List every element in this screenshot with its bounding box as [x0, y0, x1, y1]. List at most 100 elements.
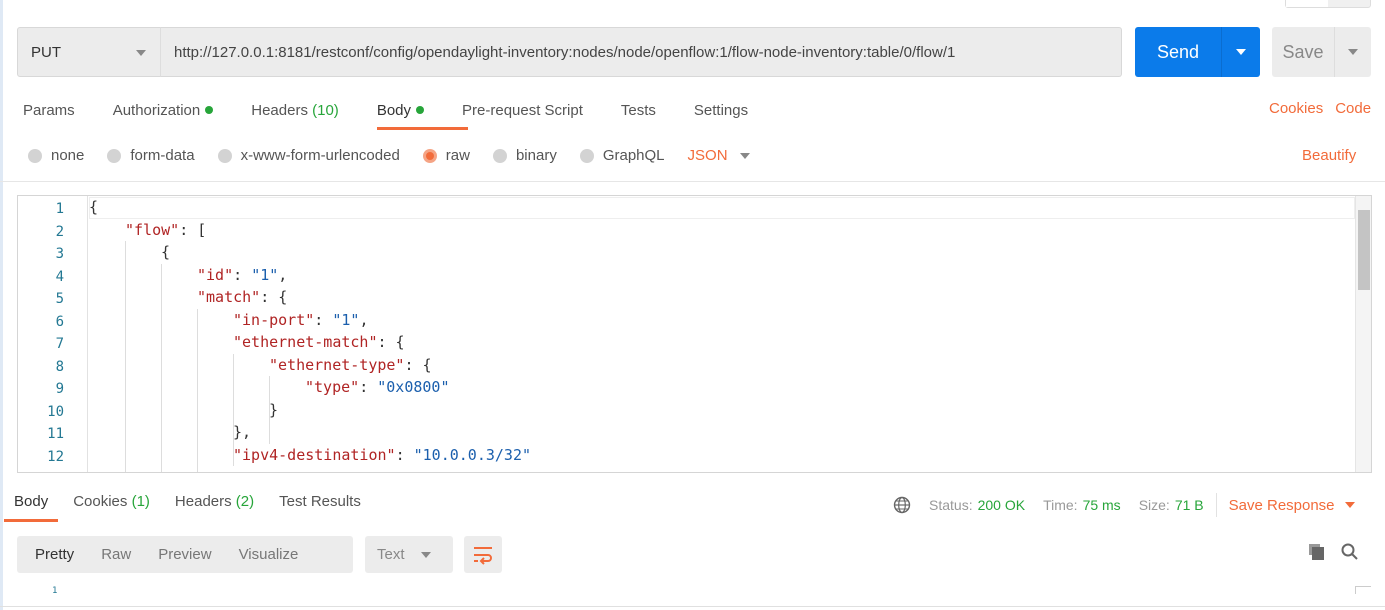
json-punctuation: :	[395, 445, 414, 464]
json-punctuation: : {	[404, 355, 432, 374]
indent-guide	[125, 241, 126, 472]
code-line: {	[161, 241, 170, 263]
request-body-editor[interactable]: 1 2 3 4 5 6 7 8 9 10 11 12 {"flow": [{"id": "1", "ma…	[17, 195, 1372, 473]
tab-pre-request-script[interactable]: Pre-request Script	[462, 102, 583, 119]
tab-label: Cookies	[73, 493, 128, 510]
search-icon[interactable]	[1341, 543, 1359, 561]
wrap-lines-button[interactable]	[464, 536, 502, 573]
view-visualize[interactable]: Visualize	[221, 546, 299, 563]
json-key: "in-port"	[233, 310, 315, 329]
radio-circle-icon	[492, 148, 507, 163]
cookies-link[interactable]: Cookies	[1269, 100, 1323, 117]
tab-tests[interactable]: Tests	[621, 102, 656, 119]
view-preview[interactable]: Preview	[140, 546, 211, 563]
json-punctuation: : [	[179, 220, 207, 239]
tab-authorization[interactable]: Authorization	[113, 102, 214, 119]
url-input[interactable]: http://127.0.0.1:8181/restconf/config/op…	[160, 27, 1122, 77]
body-type-options: none form-data x-www-form-urlencoded raw bin…	[28, 147, 750, 164]
response-tab-headers[interactable]: Headers (2)	[175, 493, 254, 510]
code-link[interactable]: Code	[1335, 100, 1371, 117]
code-line: }	[269, 399, 278, 421]
save-button-group: Save	[1272, 27, 1371, 77]
tab-label: Params	[23, 101, 75, 119]
radio-label: binary	[515, 147, 557, 164]
json-key: "match"	[197, 288, 261, 306]
url-text: http://127.0.0.1:8181/restconf/config/op…	[174, 43, 956, 61]
json-punctuation: : {	[377, 333, 405, 351]
resize-handle[interactable]	[1355, 586, 1371, 594]
radio-circle-icon	[107, 148, 122, 163]
scrollbar-thumb[interactable]	[1358, 210, 1370, 290]
tab-count: (2)	[235, 493, 255, 510]
editor-scrollbar[interactable]	[1355, 196, 1371, 472]
tab-settings[interactable]: Settings	[694, 102, 748, 119]
format-select[interactable]: Text	[365, 536, 453, 573]
tab-headers[interactable]: Headers (10)	[251, 102, 339, 119]
current-line-highlight	[89, 197, 1355, 219]
chevron-down-icon	[1344, 502, 1355, 508]
indent-guide	[161, 263, 162, 472]
response-tab-test-results[interactable]: Test Results	[279, 493, 361, 510]
radio-label: raw	[445, 147, 470, 164]
radio-GraphQL[interactable]: GraphQL	[579, 147, 665, 164]
json-punctuation: ,	[359, 310, 369, 329]
format-label: Text	[377, 546, 405, 563]
send-options-button[interactable]	[1221, 27, 1260, 77]
save-response-label: Save Response	[1228, 496, 1335, 514]
json-punctuation: {	[89, 198, 99, 216]
send-button-group: Send	[1135, 27, 1260, 77]
radio-label: form-data	[130, 147, 195, 164]
json-punctuation: },	[233, 423, 252, 441]
code-line: "flow": [	[125, 219, 206, 241]
view-raw[interactable]: Raw	[83, 546, 131, 563]
status-dot-icon	[205, 105, 214, 114]
radio-none[interactable]: none	[28, 147, 84, 164]
response-tab-cookies[interactable]: Cookies (1)	[73, 493, 150, 510]
window-edge	[0, 0, 3, 610]
radio-x-www-form-urlencoded[interactable]: x-www-form-urlencoded	[217, 147, 400, 164]
line-number: 6	[55, 313, 64, 330]
response-tab-body[interactable]: Body	[14, 493, 48, 510]
beautify-link[interactable]: Beautify	[1302, 147, 1356, 164]
radio-circle-icon	[579, 148, 594, 163]
tab-label: Headers	[251, 101, 308, 119]
send-button[interactable]: Send	[1135, 27, 1221, 77]
save-options-button[interactable]	[1334, 27, 1371, 77]
active-tab-indicator	[377, 127, 468, 130]
method-select[interactable]: PUT	[17, 27, 161, 77]
divider	[0, 181, 1385, 182]
tab-label: Body	[14, 493, 49, 510]
save-button[interactable]: Save	[1272, 27, 1334, 77]
radio-label: GraphQL	[602, 147, 665, 164]
json-key: "flow"	[125, 220, 180, 239]
radio-form-data[interactable]: form-data	[107, 147, 195, 164]
response-meta: Status: 200 OK Time: 75 ms Size: 71 B Sa…	[893, 493, 1355, 517]
tab-label: Test Results	[279, 493, 361, 510]
divider	[1215, 493, 1217, 517]
json-string: "1"	[332, 310, 360, 329]
json-punctuation: :	[233, 265, 252, 284]
copy-icon[interactable]	[1308, 543, 1326, 561]
code-line: "id": "1",	[197, 264, 287, 286]
json-punctuation: :	[359, 378, 378, 396]
tab-label: Settings	[693, 101, 749, 119]
raw-format-select[interactable]: JSON	[688, 147, 728, 164]
save-response-button[interactable]: Save Response	[1229, 497, 1355, 514]
size-label: Size:	[1138, 497, 1170, 513]
radio-binary[interactable]: binary	[492, 147, 557, 164]
code-area[interactable]: {"flow": [{"id": "1", "match": {"in-port"…	[89, 196, 1355, 472]
layout-toggle[interactable]	[1285, 0, 1371, 8]
code-line: "ipv4-destination": "10.0.0.3/32"	[233, 444, 531, 466]
json-punctuation: : {	[260, 288, 288, 306]
tab-params[interactable]: Params	[23, 102, 75, 119]
view-pretty[interactable]: Pretty	[17, 546, 74, 563]
status-value: 200 OK	[977, 497, 1026, 513]
code-line: "in-port": "1",	[233, 309, 368, 331]
globe-icon[interactable]	[893, 496, 911, 514]
radio-raw[interactable]: raw	[422, 147, 470, 164]
json-key: "type"	[305, 378, 360, 396]
tab-body[interactable]: Body	[377, 102, 425, 119]
chevron-down-icon	[420, 551, 431, 558]
json-key: "ethernet-type"	[269, 355, 405, 374]
json-key: "ethernet-match"	[233, 333, 378, 351]
